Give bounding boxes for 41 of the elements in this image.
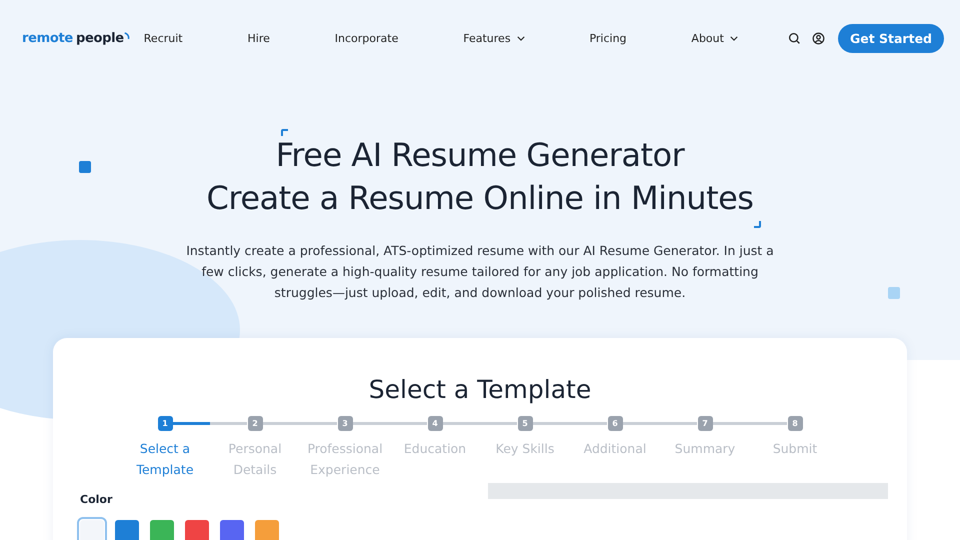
- nav-link[interactable]: Features: [463, 32, 525, 44]
- hero-title: Free AI Resume Generator Create a Resume Online in Minutes: [206, 135, 754, 219]
- section-title: Select a Template: [368, 374, 592, 406]
- nav-link[interactable]: Recruit: [144, 32, 183, 44]
- step-label[interactable]: Education: [392, 438, 478, 459]
- step-label[interactable]: Submit: [752, 438, 838, 459]
- user-account-icon[interactable]: [812, 32, 825, 44]
- square-decoration: [888, 287, 900, 299]
- corner-bracket-icon: [280, 129, 289, 137]
- color-label: Color: [80, 493, 114, 506]
- step-label[interactable]: Key Skills: [482, 438, 568, 459]
- corner-bracket-icon: [753, 220, 762, 228]
- step-label[interactable]: Select a Template: [122, 438, 208, 480]
- nav-link[interactable]: About: [691, 32, 738, 44]
- nav-link[interactable]: Hire: [248, 32, 270, 44]
- step-label[interactable]: Personal Details: [212, 438, 298, 480]
- color-swatch[interactable]: [220, 520, 244, 540]
- color-swatch[interactable]: [150, 520, 174, 540]
- step-number[interactable]: 2: [248, 416, 262, 431]
- color-swatch[interactable]: [185, 520, 209, 540]
- step-number[interactable]: 3: [338, 416, 352, 431]
- step-number[interactable]: 7: [698, 416, 712, 431]
- step-label[interactable]: Professional Experience: [302, 438, 388, 480]
- search-icon[interactable]: [788, 32, 801, 44]
- color-swatch[interactable]: [255, 520, 279, 540]
- signal-arc-icon: [124, 32, 130, 40]
- step-number[interactable]: 1: [158, 416, 172, 431]
- step-label[interactable]: Additional: [572, 438, 658, 459]
- color-swatch[interactable]: [115, 520, 139, 540]
- color-swatch[interactable]: [80, 520, 104, 540]
- nav-link[interactable]: Pricing: [589, 32, 627, 44]
- square-decoration: [79, 161, 91, 173]
- logo[interactable]: remote people: [22, 30, 130, 46]
- get-started-button[interactable]: Get Started: [838, 24, 944, 52]
- step-number[interactable]: 5: [518, 416, 532, 431]
- hero-description: Instantly create a professional, ATS-optimized resume with our AI Resume Generator. In just a few clicks, generate a high-quality resume tailored for any job application. No formatting struggles—just upload, edit, and download your polished resume.: [185, 242, 775, 302]
- step-number[interactable]: 6: [608, 416, 622, 431]
- nav-link[interactable]: Incorporate: [334, 32, 398, 44]
- step-number[interactable]: 4: [428, 416, 442, 431]
- step-number[interactable]: 8: [788, 416, 802, 431]
- step-label[interactable]: Summary: [662, 438, 748, 459]
